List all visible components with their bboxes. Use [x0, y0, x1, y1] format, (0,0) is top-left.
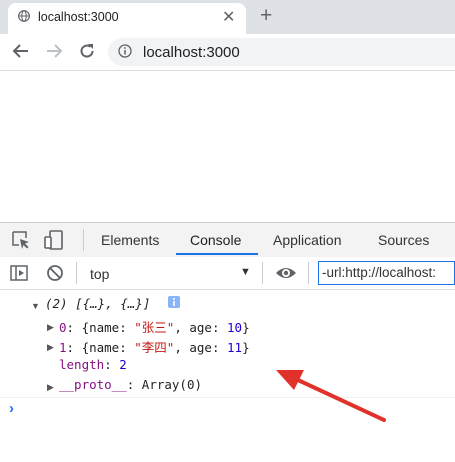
filter-divider-3 [308, 262, 309, 284]
expand-arrow-icon[interactable]: ▶ [47, 382, 54, 393]
array-summary[interactable]: (2) [{…}, {…}] [45, 296, 150, 311]
item-index: 1 [59, 340, 67, 355]
item-age-value: 11 [227, 340, 243, 355]
tab-console[interactable]: Console [190, 232, 241, 248]
toolbar-divider [83, 229, 84, 251]
tab-application[interactable]: Application [273, 232, 342, 248]
item-name-value: "李四" [134, 340, 175, 355]
eye-icon[interactable] [275, 265, 297, 281]
length-value: 2 [119, 357, 127, 372]
item-age-value: 10 [227, 320, 243, 335]
dropdown-arrow-icon[interactable]: ▼ [240, 266, 251, 278]
length-key: length [59, 357, 105, 372]
tab-title: localhost:3000 [38, 10, 119, 24]
context-select[interactable]: top [90, 266, 109, 282]
tab-elements[interactable]: Elements [101, 232, 159, 248]
filter-divider-2 [262, 262, 263, 284]
array-length: length: 2 [59, 357, 127, 372]
proto-value: Array(0) [141, 377, 203, 392]
item-name-value: "张三" [134, 320, 175, 335]
list-item[interactable]: 1: {name: "李四", age: 11} [59, 337, 250, 356]
expand-arrow-icon[interactable]: ▶ [47, 342, 54, 353]
proto-entry[interactable]: __proto__: Array(0) [59, 377, 202, 392]
globe-icon [18, 10, 30, 22]
console-prompt[interactable]: › [9, 400, 14, 417]
tab-sources[interactable]: Sources [378, 232, 429, 248]
expand-arrow-icon[interactable]: ▶ [47, 322, 54, 333]
proto-key: __proto__ [59, 377, 127, 392]
info-icon[interactable] [118, 44, 132, 58]
item-index: 0 [59, 320, 67, 335]
close-icon[interactable]: ✕ [222, 7, 235, 27]
filter-input-value[interactable]: -url:http://localhost: [322, 265, 436, 280]
filter-divider [76, 262, 77, 284]
device-toolbar-icon[interactable] [43, 229, 65, 251]
active-tab-indicator [176, 253, 258, 255]
new-tab-button[interactable]: + [260, 5, 272, 26]
collapse-arrow-icon[interactable]: ▼ [31, 301, 40, 311]
inspect-element-icon[interactable] [11, 230, 31, 250]
reload-icon[interactable] [78, 42, 96, 60]
clear-console-icon[interactable] [46, 264, 64, 282]
back-arrow-icon[interactable] [12, 43, 30, 59]
info-badge-icon[interactable] [168, 296, 180, 308]
forward-arrow-icon[interactable] [45, 43, 63, 59]
list-item[interactable]: 0: {name: "张三", age: 10} [59, 317, 250, 336]
url-text[interactable]: localhost:3000 [143, 44, 240, 61]
show-sidebar-icon[interactable] [10, 264, 28, 282]
annotation-arrow [276, 370, 386, 422]
